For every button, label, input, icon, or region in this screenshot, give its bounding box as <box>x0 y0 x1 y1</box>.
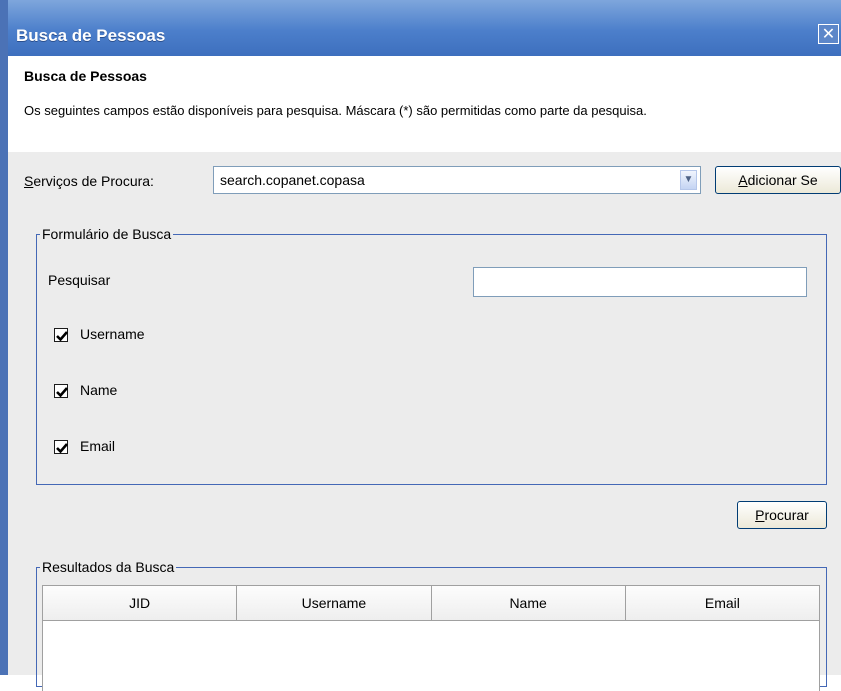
search-field-label: Pesquisar <box>48 272 111 288</box>
search-service-select[interactable]: search.copanet.copasa ▼ <box>213 166 701 194</box>
title-bar[interactable]: Busca de Pessoas ✕ <box>8 0 841 56</box>
search-button[interactable]: Procurar <box>737 501 827 529</box>
email-checkbox[interactable] <box>54 440 68 454</box>
column-header-name[interactable]: Name <box>432 586 626 620</box>
close-button[interactable]: ✕ <box>818 24 839 44</box>
username-checkbox-label: Username <box>80 326 145 342</box>
header-title: Busca de Pessoas <box>24 68 147 84</box>
results-table-header: JID Username Name Email <box>42 585 820 621</box>
search-form-group: Formulário de Busca Pesquisar Username N… <box>36 224 827 485</box>
username-checkbox[interactable] <box>54 328 68 342</box>
search-results-legend: Resultados da Busca <box>40 557 177 577</box>
checkmark-icon <box>56 387 68 398</box>
column-header-email[interactable]: Email <box>626 586 819 620</box>
search-results-group: Resultados da Busca JID Username Name Em… <box>36 557 827 691</box>
name-checkbox-label: Name <box>80 382 118 398</box>
results-table-body[interactable] <box>42 621 820 691</box>
search-dialog: Busca de Pessoas ✕ Busca de Pessoas Os s… <box>8 0 841 691</box>
search-input[interactable] <box>473 267 807 297</box>
close-icon: ✕ <box>821 24 836 43</box>
add-service-button[interactable]: Adicionar Se <box>715 166 841 194</box>
column-header-jid[interactable]: JID <box>43 586 238 620</box>
window-left-border <box>0 0 8 675</box>
search-form-legend: Formulário de Busca <box>40 224 174 244</box>
checkmark-icon <box>56 443 68 454</box>
dropdown-arrow-icon[interactable]: ▼ <box>680 170 697 190</box>
search-service-value: search.copanet.copasa <box>220 172 365 188</box>
window-title: Busca de Pessoas <box>16 26 166 45</box>
column-header-username[interactable]: Username <box>237 586 432 620</box>
search-service-label: Serviços de Procura: <box>24 173 154 189</box>
checkmark-icon <box>56 331 68 342</box>
dialog-header: Busca de Pessoas Os seguintes campos est… <box>8 56 841 152</box>
header-description: Os seguintes campos estão disponíveis pa… <box>24 103 647 118</box>
email-checkbox-label: Email <box>80 438 116 454</box>
name-checkbox[interactable] <box>54 384 68 398</box>
